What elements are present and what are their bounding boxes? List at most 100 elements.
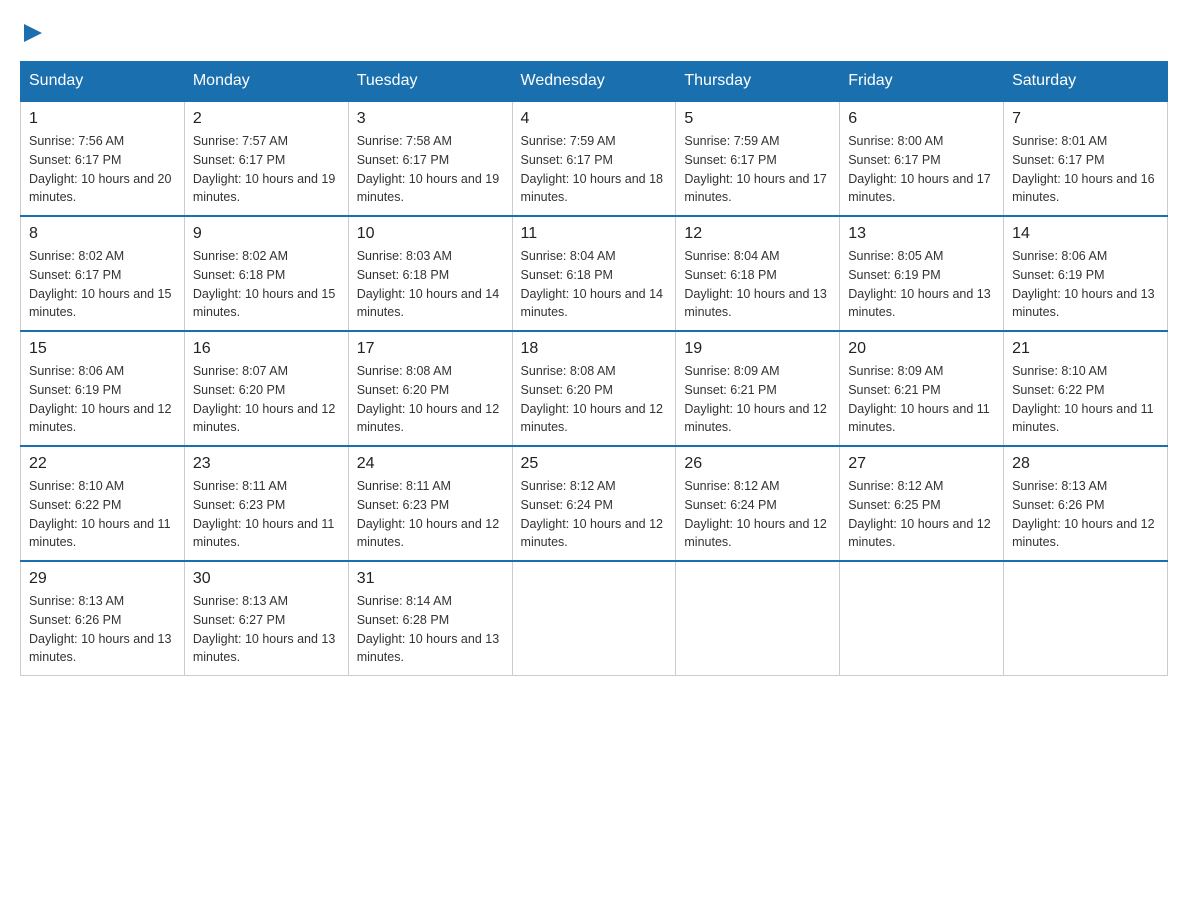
day-info: Sunrise: 8:13 AMSunset: 6:27 PMDaylight:… (193, 592, 340, 667)
day-info: Sunrise: 8:11 AMSunset: 6:23 PMDaylight:… (357, 477, 504, 552)
day-info: Sunrise: 8:06 AMSunset: 6:19 PMDaylight:… (1012, 247, 1159, 322)
day-number: 16 (193, 340, 340, 358)
day-number: 25 (521, 455, 668, 473)
calendar-cell: 24 Sunrise: 8:11 AMSunset: 6:23 PMDaylig… (348, 446, 512, 561)
day-info: Sunrise: 8:10 AMSunset: 6:22 PMDaylight:… (1012, 362, 1159, 437)
calendar-cell: 27 Sunrise: 8:12 AMSunset: 6:25 PMDaylig… (840, 446, 1004, 561)
day-info: Sunrise: 8:04 AMSunset: 6:18 PMDaylight:… (521, 247, 668, 322)
day-number: 17 (357, 340, 504, 358)
day-number: 11 (521, 225, 668, 243)
calendar-cell: 8 Sunrise: 8:02 AMSunset: 6:17 PMDayligh… (21, 216, 185, 331)
calendar-cell (512, 561, 676, 676)
calendar-cell: 3 Sunrise: 7:58 AMSunset: 6:17 PMDayligh… (348, 101, 512, 216)
calendar-cell: 16 Sunrise: 8:07 AMSunset: 6:20 PMDaylig… (184, 331, 348, 446)
calendar-cell: 26 Sunrise: 8:12 AMSunset: 6:24 PMDaylig… (676, 446, 840, 561)
calendar-cell: 11 Sunrise: 8:04 AMSunset: 6:18 PMDaylig… (512, 216, 676, 331)
calendar-cell: 21 Sunrise: 8:10 AMSunset: 6:22 PMDaylig… (1004, 331, 1168, 446)
day-info: Sunrise: 8:01 AMSunset: 6:17 PMDaylight:… (1012, 132, 1159, 207)
day-info: Sunrise: 8:02 AMSunset: 6:18 PMDaylight:… (193, 247, 340, 322)
day-number: 24 (357, 455, 504, 473)
calendar-cell: 18 Sunrise: 8:08 AMSunset: 6:20 PMDaylig… (512, 331, 676, 446)
day-info: Sunrise: 7:58 AMSunset: 6:17 PMDaylight:… (357, 132, 504, 207)
day-number: 12 (684, 225, 831, 243)
calendar-cell: 29 Sunrise: 8:13 AMSunset: 6:26 PMDaylig… (21, 561, 185, 676)
calendar-cell: 6 Sunrise: 8:00 AMSunset: 6:17 PMDayligh… (840, 101, 1004, 216)
day-number: 4 (521, 110, 668, 128)
day-info: Sunrise: 8:09 AMSunset: 6:21 PMDaylight:… (684, 362, 831, 437)
page-header (20, 20, 1168, 41)
calendar-cell (840, 561, 1004, 676)
calendar-cell: 12 Sunrise: 8:04 AMSunset: 6:18 PMDaylig… (676, 216, 840, 331)
calendar-week-row: 8 Sunrise: 8:02 AMSunset: 6:17 PMDayligh… (21, 216, 1168, 331)
calendar-table: SundayMondayTuesdayWednesdayThursdayFrid… (20, 61, 1168, 676)
day-number: 28 (1012, 455, 1159, 473)
day-number: 22 (29, 455, 176, 473)
calendar-cell: 25 Sunrise: 8:12 AMSunset: 6:24 PMDaylig… (512, 446, 676, 561)
day-number: 19 (684, 340, 831, 358)
day-number: 21 (1012, 340, 1159, 358)
calendar-cell: 20 Sunrise: 8:09 AMSunset: 6:21 PMDaylig… (840, 331, 1004, 446)
calendar-cell: 10 Sunrise: 8:03 AMSunset: 6:18 PMDaylig… (348, 216, 512, 331)
day-number: 8 (29, 225, 176, 243)
calendar-cell: 17 Sunrise: 8:08 AMSunset: 6:20 PMDaylig… (348, 331, 512, 446)
header-monday: Monday (184, 62, 348, 102)
calendar-cell: 7 Sunrise: 8:01 AMSunset: 6:17 PMDayligh… (1004, 101, 1168, 216)
day-number: 23 (193, 455, 340, 473)
day-number: 9 (193, 225, 340, 243)
day-info: Sunrise: 8:10 AMSunset: 6:22 PMDaylight:… (29, 477, 176, 552)
calendar-cell: 9 Sunrise: 8:02 AMSunset: 6:18 PMDayligh… (184, 216, 348, 331)
day-number: 6 (848, 110, 995, 128)
day-info: Sunrise: 8:13 AMSunset: 6:26 PMDaylight:… (1012, 477, 1159, 552)
day-info: Sunrise: 8:09 AMSunset: 6:21 PMDaylight:… (848, 362, 995, 437)
day-number: 30 (193, 570, 340, 588)
day-number: 15 (29, 340, 176, 358)
calendar-header-row: SundayMondayTuesdayWednesdayThursdayFrid… (21, 62, 1168, 102)
logo (20, 20, 46, 41)
day-info: Sunrise: 8:00 AMSunset: 6:17 PMDaylight:… (848, 132, 995, 207)
calendar-week-row: 29 Sunrise: 8:13 AMSunset: 6:26 PMDaylig… (21, 561, 1168, 676)
day-info: Sunrise: 8:04 AMSunset: 6:18 PMDaylight:… (684, 247, 831, 322)
day-info: Sunrise: 8:06 AMSunset: 6:19 PMDaylight:… (29, 362, 176, 437)
calendar-cell: 23 Sunrise: 8:11 AMSunset: 6:23 PMDaylig… (184, 446, 348, 561)
day-info: Sunrise: 7:57 AMSunset: 6:17 PMDaylight:… (193, 132, 340, 207)
day-info: Sunrise: 8:08 AMSunset: 6:20 PMDaylight:… (521, 362, 668, 437)
day-info: Sunrise: 8:12 AMSunset: 6:24 PMDaylight:… (684, 477, 831, 552)
day-info: Sunrise: 7:59 AMSunset: 6:17 PMDaylight:… (684, 132, 831, 207)
calendar-cell: 5 Sunrise: 7:59 AMSunset: 6:17 PMDayligh… (676, 101, 840, 216)
day-info: Sunrise: 8:02 AMSunset: 6:17 PMDaylight:… (29, 247, 176, 322)
header-friday: Friday (840, 62, 1004, 102)
day-info: Sunrise: 8:05 AMSunset: 6:19 PMDaylight:… (848, 247, 995, 322)
calendar-week-row: 22 Sunrise: 8:10 AMSunset: 6:22 PMDaylig… (21, 446, 1168, 561)
day-number: 7 (1012, 110, 1159, 128)
header-tuesday: Tuesday (348, 62, 512, 102)
calendar-week-row: 15 Sunrise: 8:06 AMSunset: 6:19 PMDaylig… (21, 331, 1168, 446)
day-number: 3 (357, 110, 504, 128)
day-info: Sunrise: 8:11 AMSunset: 6:23 PMDaylight:… (193, 477, 340, 552)
day-info: Sunrise: 7:56 AMSunset: 6:17 PMDaylight:… (29, 132, 176, 207)
calendar-cell (1004, 561, 1168, 676)
day-info: Sunrise: 8:08 AMSunset: 6:20 PMDaylight:… (357, 362, 504, 437)
day-number: 5 (684, 110, 831, 128)
day-number: 13 (848, 225, 995, 243)
header-thursday: Thursday (676, 62, 840, 102)
day-number: 20 (848, 340, 995, 358)
day-info: Sunrise: 8:13 AMSunset: 6:26 PMDaylight:… (29, 592, 176, 667)
header-saturday: Saturday (1004, 62, 1168, 102)
day-info: Sunrise: 8:03 AMSunset: 6:18 PMDaylight:… (357, 247, 504, 322)
day-number: 10 (357, 225, 504, 243)
calendar-cell (676, 561, 840, 676)
day-number: 2 (193, 110, 340, 128)
day-number: 27 (848, 455, 995, 473)
calendar-cell: 1 Sunrise: 7:56 AMSunset: 6:17 PMDayligh… (21, 101, 185, 216)
calendar-cell: 31 Sunrise: 8:14 AMSunset: 6:28 PMDaylig… (348, 561, 512, 676)
calendar-cell: 30 Sunrise: 8:13 AMSunset: 6:27 PMDaylig… (184, 561, 348, 676)
day-number: 31 (357, 570, 504, 588)
day-info: Sunrise: 8:12 AMSunset: 6:24 PMDaylight:… (521, 477, 668, 552)
day-info: Sunrise: 7:59 AMSunset: 6:17 PMDaylight:… (521, 132, 668, 207)
day-info: Sunrise: 8:14 AMSunset: 6:28 PMDaylight:… (357, 592, 504, 667)
day-info: Sunrise: 8:07 AMSunset: 6:20 PMDaylight:… (193, 362, 340, 437)
calendar-cell: 13 Sunrise: 8:05 AMSunset: 6:19 PMDaylig… (840, 216, 1004, 331)
header-sunday: Sunday (21, 62, 185, 102)
calendar-cell: 4 Sunrise: 7:59 AMSunset: 6:17 PMDayligh… (512, 101, 676, 216)
day-number: 1 (29, 110, 176, 128)
